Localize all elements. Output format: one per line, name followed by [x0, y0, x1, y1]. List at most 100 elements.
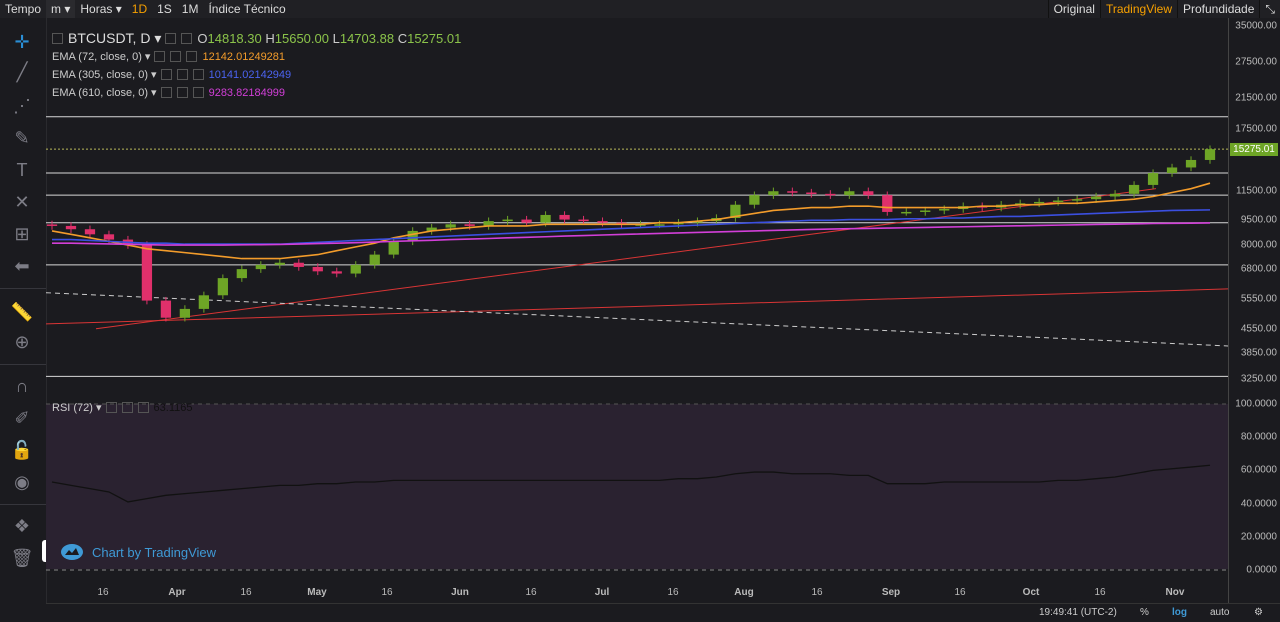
pattern-icon[interactable]: ✕ — [8, 188, 36, 216]
eye-icon[interactable]: ◉ — [8, 468, 36, 496]
settings-icon[interactable] — [165, 33, 177, 44]
candle-body — [1166, 167, 1178, 174]
ema610-label[interactable]: EMA (610, close, 0) ▾ — [52, 86, 157, 99]
ema610-line — [52, 222, 1211, 246]
ema610-value: 9283.82184999 — [208, 86, 286, 99]
tradingview-watermark[interactable]: Chart by TradingView — [60, 543, 216, 561]
current-price-tag: 15275.01 — [1230, 143, 1278, 156]
price-tick-label: 27500.00 — [1235, 56, 1277, 68]
ema305-settings-icon[interactable] — [160, 69, 172, 80]
candle-body — [1147, 173, 1159, 185]
layers-icon[interactable]: ❖ — [8, 512, 36, 540]
candle-body — [502, 219, 513, 222]
log-toggle[interactable]: log — [1172, 607, 1187, 618]
interval-1s-button[interactable]: 1S — [152, 0, 177, 18]
lock-icon[interactable]: 🔓 — [8, 436, 36, 464]
candle-body — [825, 193, 836, 196]
interval-1m-button[interactable]: 1M — [177, 0, 204, 18]
fullscreen-icon[interactable]: ⤡ — [1259, 0, 1280, 18]
zoom-icon[interactable]: ⊕ — [8, 328, 36, 356]
candle-body — [236, 269, 247, 279]
price-tick-label: 21500.00 — [1235, 92, 1277, 104]
rsi-settings-icon[interactable] — [105, 402, 117, 413]
ema305-remove-icon[interactable] — [192, 69, 204, 80]
hours-dropdown[interactable]: Horas ▾ — [75, 0, 126, 18]
fib-tool-icon[interactable]: ⋰ — [8, 92, 36, 120]
candle-body — [882, 195, 893, 212]
ema610-hide-icon[interactable] — [176, 87, 188, 98]
candle-body — [198, 295, 210, 309]
ema305-label[interactable]: EMA (305, close, 0) ▾ — [52, 68, 157, 81]
time-tick-label: Aug — [734, 587, 754, 598]
time-tick-label: 16 — [97, 587, 109, 598]
brush-icon[interactable]: ✎ — [8, 124, 36, 152]
ema610-remove-icon[interactable] — [192, 87, 204, 98]
text-tool-icon[interactable]: T — [8, 156, 36, 184]
watermark-text: Chart by TradingView — [92, 544, 217, 560]
technical-index-button[interactable]: Índice Técnico — [203, 0, 290, 18]
ema72-value: 12142.01249281 — [202, 50, 286, 63]
interval-1d-button[interactable]: 1D — [127, 0, 152, 18]
chart-pane[interactable]: BTCUSDT, D ▾ O14818.30 H15650.00 L14703.… — [45, 18, 1229, 603]
rsi-tick-label: 80.0000 — [1240, 431, 1277, 443]
minutes-dropdown[interactable]: m ▾ — [46, 0, 76, 18]
back-arrow-icon[interactable]: ⬅ — [8, 252, 36, 280]
candle-body — [445, 224, 456, 228]
time-tick-label: May — [307, 587, 327, 598]
collapse-icon[interactable] — [52, 33, 63, 44]
price-tick-label: 4550.00 — [1240, 323, 1277, 335]
candle-body — [84, 229, 96, 235]
time-tick-label: Jul — [594, 587, 610, 598]
candle-body — [901, 211, 912, 214]
top-toolbar: Tempo m ▾ Horas ▾ 1D 1S 1M Índice Técnic… — [0, 0, 1280, 18]
rsi-label[interactable]: RSI (72) ▾ — [52, 401, 102, 414]
candle-body — [464, 224, 475, 226]
ruler-icon[interactable]: 📏 — [8, 298, 36, 326]
ema72-settings-icon[interactable] — [154, 51, 166, 62]
candle-body — [863, 191, 874, 196]
auto-toggle[interactable]: auto — [1210, 607, 1229, 618]
magnet-icon[interactable]: ∩ — [8, 372, 36, 400]
rsi-tick-label: 40.0000 — [1240, 498, 1277, 510]
time-tick-label: 16 — [667, 587, 679, 598]
time-tick-label: 16 — [525, 587, 537, 598]
time-axis[interactable]: 16 Apr 16 May 16 Jun 16 Jul 16 Aug 16 Sep 16 Oct 16 Nov — [46, 585, 1228, 603]
rsi-remove-icon[interactable] — [137, 402, 149, 413]
crosshair-icon[interactable]: ✛ — [8, 28, 36, 56]
ema610-settings-icon[interactable] — [160, 87, 172, 98]
price-chart[interactable] — [45, 18, 1229, 603]
ema72-hide-icon[interactable] — [170, 51, 182, 62]
candle-body — [1128, 184, 1140, 194]
percent-toggle[interactable]: % — [1140, 607, 1149, 618]
prediction-icon[interactable]: ⊞ — [8, 220, 36, 248]
tempo-label: Tempo — [5, 2, 42, 16]
candle-body — [388, 241, 399, 255]
price-tick-label: 3850.00 — [1240, 347, 1277, 359]
candle-body — [920, 210, 931, 212]
candle-body — [806, 192, 817, 195]
rsi-hide-icon[interactable] — [121, 402, 133, 413]
candle-body — [654, 224, 665, 226]
candle-body — [1204, 149, 1216, 160]
hide-icon[interactable] — [181, 33, 193, 44]
trash-icon[interactable]: 🗑 — [8, 544, 36, 572]
candle-body — [293, 262, 304, 267]
trend-line-icon[interactable]: ╱ — [8, 58, 36, 86]
view-tradingview-tab[interactable]: TradingView — [1099, 0, 1177, 18]
time-tick-label: Oct — [1022, 587, 1040, 598]
ema305-hide-icon[interactable] — [176, 69, 188, 80]
ema305-value: 10141.02142949 — [208, 68, 292, 81]
lock-drawing-icon[interactable]: ✐ — [8, 404, 36, 432]
candle-body — [160, 300, 172, 318]
ema72-label[interactable]: EMA (72, close, 0) ▾ — [52, 50, 150, 63]
view-original-tab[interactable]: Original — [1047, 0, 1100, 18]
rsi-tick-label: 0.0000 — [1246, 564, 1277, 576]
support-resistance-lines — [46, 116, 1228, 377]
view-depth-tab[interactable]: Profundidade — [1177, 0, 1259, 18]
ema72-remove-icon[interactable] — [186, 51, 198, 62]
ohlc-values: O14818.30 H15650.00 L14703.88 C15275.01 — [197, 31, 462, 46]
rsi-tick-label: 60.0000 — [1240, 464, 1277, 476]
price-axis[interactable]: 35000.00 27500.00 21500.00 17500.00 11500.00… — [1228, 18, 1280, 603]
symbol-title[interactable]: BTCUSDT, D ▾ — [68, 30, 161, 47]
gear-icon[interactable]: ⚙ — [1254, 607, 1263, 618]
